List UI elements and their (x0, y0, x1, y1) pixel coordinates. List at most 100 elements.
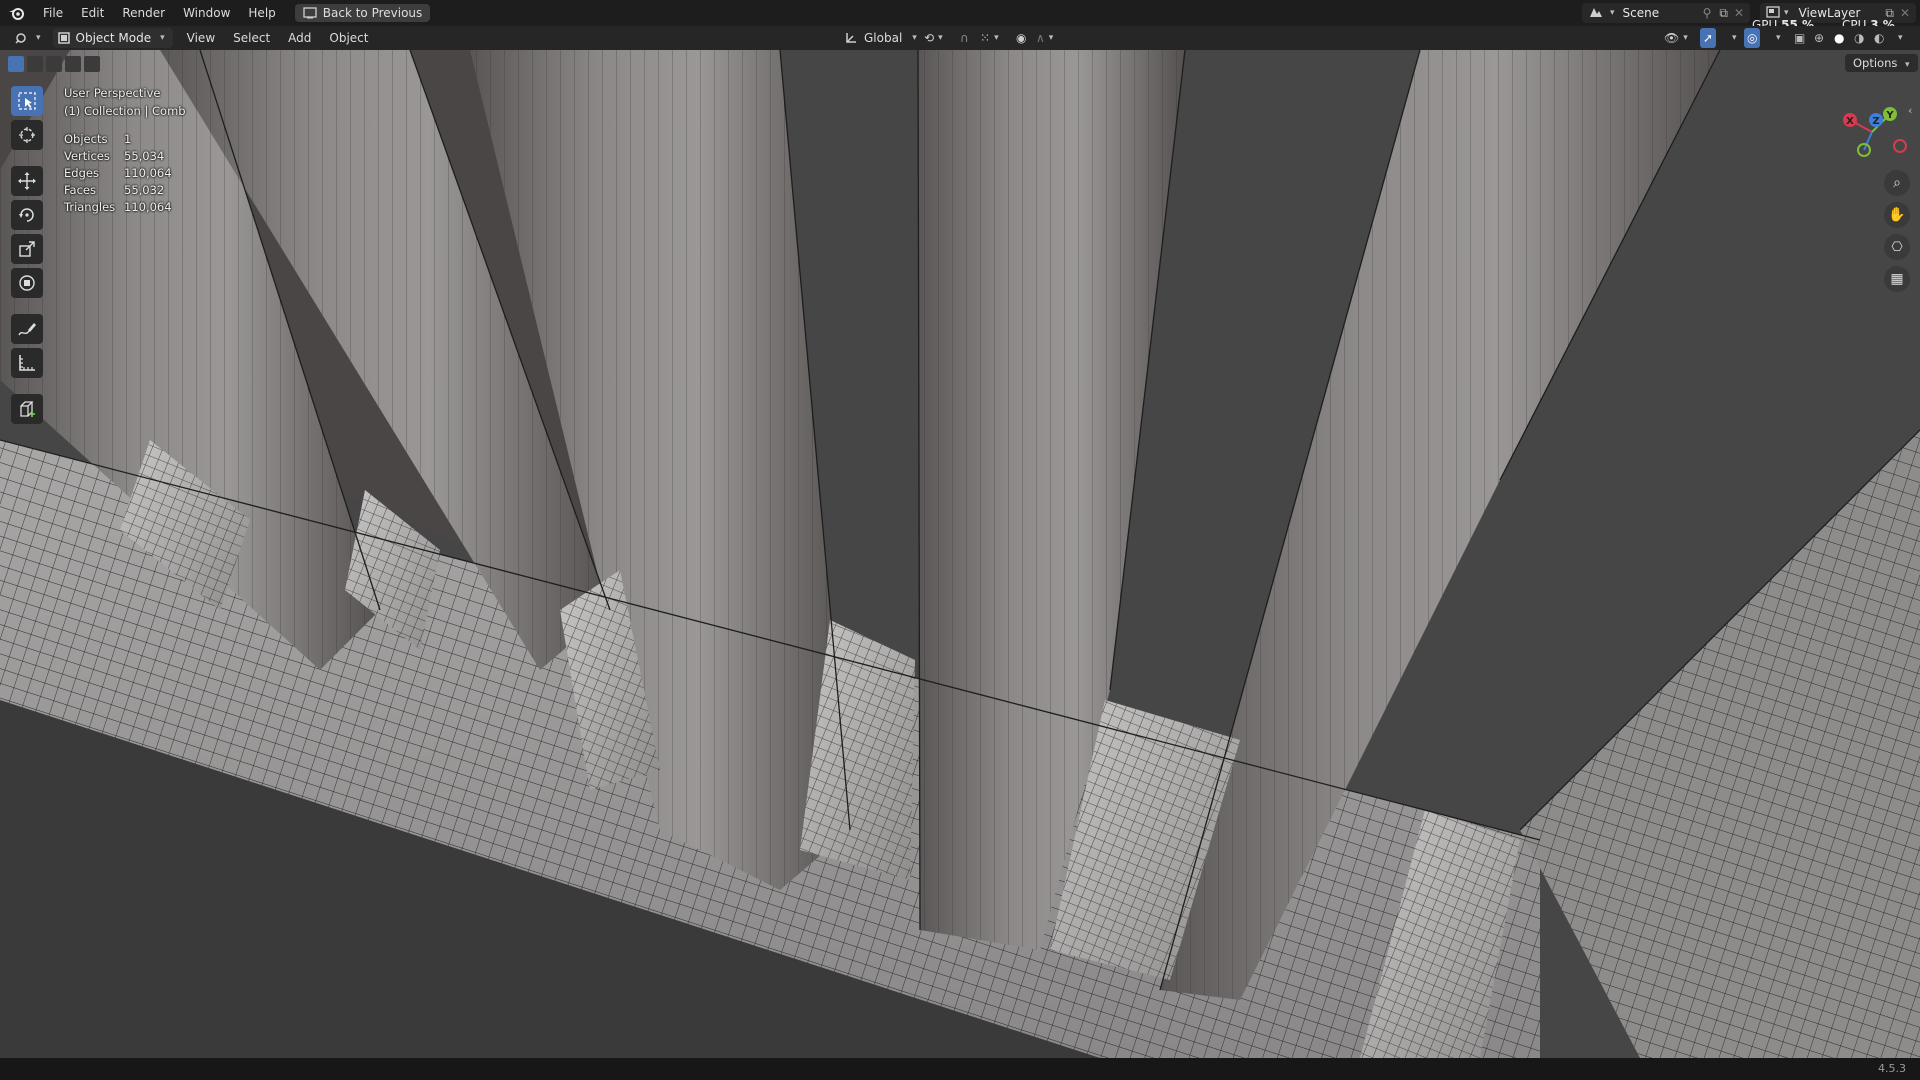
overlays-chevron-icon: ▾ (1776, 33, 1781, 43)
shading-dropdown[interactable]: ▾ (1888, 28, 1909, 48)
annotate-pencil-icon (18, 323, 36, 336)
collection-label: (1) Collection | Comb (64, 104, 186, 118)
gizmo-arrow-icon: ➚ (1703, 31, 1714, 45)
zoom-magnifier-icon: ⌕ (1893, 175, 1901, 191)
eye-icon: 👁 (1664, 31, 1680, 45)
navigation-tools: ⌕ ✋ ⎔ ▦ (1884, 170, 1910, 292)
snap-target-dropdown[interactable]: ⁙ ▾ (974, 28, 1005, 48)
stat-value: 110,064 (124, 200, 172, 214)
select-box-tool[interactable] (11, 86, 43, 116)
editor-type-button[interactable]: ▾ (8, 28, 47, 48)
measure-tool[interactable] (11, 348, 43, 378)
gizmo-z-label: Z (1872, 116, 1879, 127)
view-layer-chevron-icon: ▾ (1784, 8, 1789, 18)
object-mode-chevron-icon: ▾ (160, 33, 165, 43)
stat-label: Objects (64, 132, 108, 146)
gizmo-dropdown[interactable]: ▾ (1722, 28, 1743, 48)
stat-row: Faces 55,032 (64, 183, 172, 200)
delete-view-layer-icon[interactable]: ✕ (1900, 6, 1910, 20)
scene-name[interactable]: Scene (1623, 6, 1703, 20)
transform-orientation-label: Global (864, 31, 903, 45)
overlays-toggle[interactable]: ◎ (1744, 28, 1761, 48)
new-scene-icon[interactable]: ⧉ (1719, 6, 1728, 21)
navigation-gizmo[interactable]: X Y Z (1832, 92, 1912, 172)
annotate-tool[interactable] (11, 314, 43, 344)
scene-selector[interactable]: ▾ Scene ⚲ ⧉ ✕ (1582, 3, 1750, 23)
stat-value: 110,064 (124, 166, 172, 180)
gizmo-toggle[interactable]: ➚ (1700, 28, 1717, 48)
scene-statistics: Objects 1 Vertices 55,034 Edges 110,064 … (64, 132, 172, 217)
object-mode-icon (57, 32, 70, 44)
falloff-curve-icon: ∧ (1036, 31, 1045, 45)
viewport-header: ▾ Object Mode ▾ View Select Add Object G… (0, 26, 1920, 50)
3d-viewport[interactable]: User Perspective (1) Collection | Comb O… (0, 50, 1920, 1058)
proportional-falloff-dropdown[interactable]: ∧ ▾ (1030, 28, 1059, 48)
snap-grid-icon: ⁙ (980, 31, 991, 45)
pivot-point-chevron-icon: ▾ (938, 33, 943, 43)
header-menu-select[interactable]: Select (227, 28, 276, 48)
pin-icon[interactable]: ⚲ (1703, 6, 1712, 20)
transform-tool[interactable] (11, 268, 43, 298)
visibility-dropdown[interactable]: 👁 ▾ (1658, 28, 1694, 48)
transform-orientation-icon (846, 33, 856, 43)
select-intersect-icon[interactable] (84, 56, 100, 72)
falloff-chevron-icon: ▾ (1048, 33, 1054, 43)
options-chevron-icon: ▾ (1905, 60, 1910, 70)
wireframe-shading-button[interactable]: ⊕ (1808, 28, 1830, 48)
ortho-toggle-tool[interactable]: ▦ (1884, 266, 1910, 292)
rotate-tool[interactable] (11, 200, 43, 230)
pivot-point-dropdown[interactable]: ⟲ ▾ (918, 28, 949, 48)
delete-scene-icon[interactable]: ✕ (1734, 6, 1744, 20)
header-menu-view[interactable]: View (181, 28, 221, 48)
stat-label: Triangles (64, 200, 116, 214)
options-label: Options (1853, 56, 1898, 70)
pivot-point-icon: ⟲ (924, 31, 935, 45)
stat-row: Edges 110,064 (64, 166, 172, 183)
grid-icon: ▦ (1890, 271, 1904, 287)
add-cube-icon (20, 401, 35, 417)
cursor-icon (19, 127, 35, 143)
transform-orientation-dropdown[interactable]: Global ▾ (838, 28, 923, 48)
version-label: 4.5.3 (1878, 1062, 1906, 1075)
measure-ruler-icon (19, 355, 35, 371)
rendered-sphere-icon: ◐ (1874, 31, 1885, 45)
menu-edit[interactable]: Edit (72, 0, 113, 26)
menu-render[interactable]: Render (113, 0, 174, 26)
scale-tool[interactable] (11, 234, 43, 264)
zoom-tool[interactable]: ⌕ (1884, 170, 1910, 196)
menu-window[interactable]: Window (174, 0, 239, 26)
header-menu-object[interactable]: Object (323, 28, 374, 48)
select-new-icon[interactable] (8, 56, 24, 72)
options-dropdown[interactable]: Options ▾ (1845, 54, 1918, 72)
blender-logo-icon[interactable] (0, 0, 34, 26)
back-to-previous-button[interactable]: Back to Previous (294, 4, 431, 22)
object-mode-dropdown[interactable]: Object Mode ▾ (52, 28, 173, 48)
shading-chevron-icon: ▾ (1898, 33, 1903, 43)
snap-magnet-icon: ∩ (960, 31, 969, 45)
header-menu-add[interactable]: Add (282, 28, 317, 48)
material-sphere-icon: ◑ (1854, 31, 1865, 45)
cursor-tool[interactable] (11, 120, 43, 150)
pan-tool[interactable]: ✋ (1884, 202, 1910, 228)
select-subtract-icon[interactable] (46, 56, 62, 72)
add-cube-tool[interactable] (11, 394, 43, 424)
viewport-info: User Perspective (1) Collection | Comb (64, 86, 186, 122)
xray-icon: ▣ (1794, 31, 1806, 45)
overlays-circles-icon: ◎ (1747, 31, 1758, 45)
overlays-dropdown[interactable]: ▾ (1766, 28, 1787, 48)
snap-target-chevron-icon: ▾ (994, 33, 999, 43)
snap-toggle[interactable]: ∩ (954, 28, 975, 48)
menu-file[interactable]: File (34, 0, 72, 26)
stat-row: Objects 1 (64, 132, 172, 149)
gizmo-neg-x-axis[interactable] (1893, 139, 1907, 153)
select-extend-icon[interactable] (27, 56, 43, 72)
camera-view-tool[interactable]: ⎔ (1884, 234, 1910, 260)
transform-orientation-chevron-icon: ▾ (912, 33, 917, 43)
back-to-previous-label: Back to Previous (322, 6, 423, 20)
select-invert-icon[interactable] (65, 56, 81, 72)
menu-help[interactable]: Help (239, 0, 284, 26)
move-tool[interactable] (11, 166, 43, 196)
scene-chevron-icon: ▾ (1610, 8, 1615, 18)
proportional-editing-icon: ◉ (1016, 31, 1027, 45)
select-box-icon (18, 92, 36, 110)
